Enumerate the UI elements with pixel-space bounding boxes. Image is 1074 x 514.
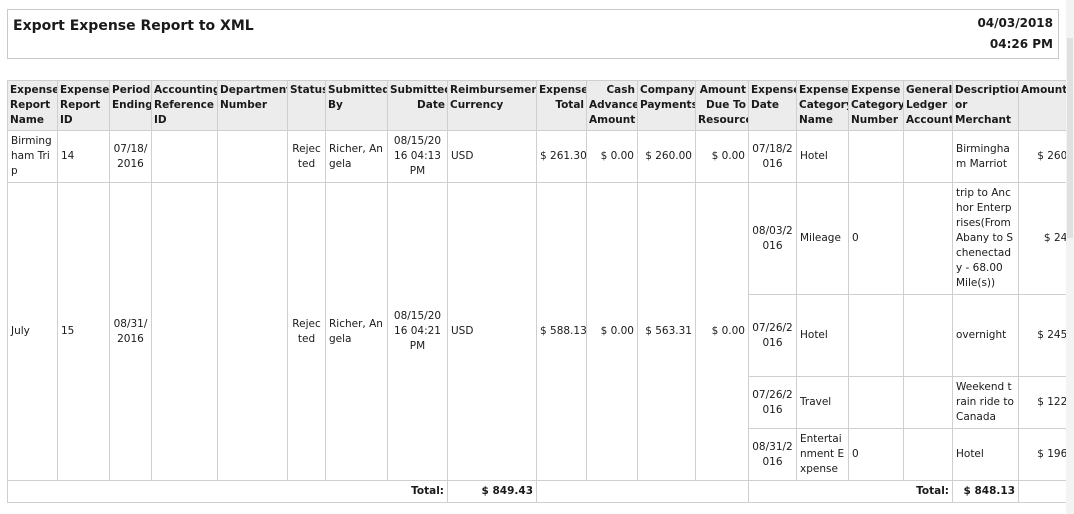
- category-number-cell: 0: [848, 182, 904, 295]
- currency-cell: USD: [447, 130, 537, 183]
- ledger-account-cell: [903, 428, 953, 481]
- col-amount[interactable]: Amount: [1018, 80, 1066, 131]
- amount-total-label: Total:: [748, 480, 953, 503]
- col-expense-category-name[interactable]: Expense Category Name: [796, 80, 849, 131]
- department-number-cell: [217, 182, 288, 481]
- description-cell: Hotel: [952, 428, 1019, 481]
- total-label: Total:: [7, 480, 448, 503]
- expense-date-cell: 07/26/2016: [748, 376, 797, 429]
- expense-total-cell: $ 261.30: [536, 130, 587, 183]
- status-cell: Rejected: [287, 130, 326, 183]
- category-name-cell: Travel: [796, 376, 849, 429]
- category-number-cell: [848, 130, 904, 183]
- scrollbar-thumb[interactable]: [1067, 38, 1073, 238]
- report-id-cell: 15: [57, 182, 110, 481]
- report-name-cell: Birmingham Trip: [7, 130, 58, 183]
- expense-grand-total: $ 849.43: [447, 480, 537, 503]
- totals-trailing-cell: [1018, 480, 1066, 503]
- table-row: Birmingham Trip 14 07/18/2016 Rejected R…: [7, 130, 1066, 183]
- accounting-reference-cell: [151, 130, 218, 183]
- currency-cell: USD: [447, 182, 537, 481]
- expense-total-cell: $ 588.13: [536, 182, 587, 481]
- amount-cell: $ 260.00: [1018, 130, 1066, 183]
- expense-date-cell: 08/03/2016: [748, 182, 797, 295]
- description-cell: overnight: [952, 294, 1019, 377]
- col-submitted-by[interactable]: Submitted By: [325, 80, 388, 131]
- ledger-account-cell: [903, 182, 953, 295]
- col-company-payments[interactable]: Company Payments: [637, 80, 696, 131]
- expense-date-cell: 07/18/2016: [748, 130, 797, 183]
- submitted-date-cell: 08/15/2016 04:13 PM: [387, 130, 448, 183]
- submitted-by-cell: Richer, Angela: [325, 182, 388, 481]
- ledger-account-cell: [903, 294, 953, 377]
- col-expense-report-name[interactable]: Expense Report Name: [7, 80, 58, 131]
- submitted-date-cell: 08/15/2016 04:21 PM: [387, 182, 448, 481]
- report-title: Export Expense Report to XML: [13, 18, 254, 34]
- amount-due-cell: $ 0.00: [695, 182, 749, 481]
- col-expense-category-number[interactable]: Expense Category Number: [848, 80, 904, 131]
- description-cell: trip to Anchor Enterprises(From Abany to…: [952, 182, 1019, 295]
- col-expense-report-id[interactable]: Expense Report ID: [57, 80, 110, 131]
- vertical-scrollbar[interactable]: [1066, 0, 1074, 514]
- totals-row: Total: $ 849.43 Total: $ 848.13: [7, 480, 1066, 503]
- report-header: Export Expense Report to XML 04/03/2018 …: [7, 9, 1059, 59]
- table-row: July 15 08/31/2016 Rejected Richer, Ange…: [7, 182, 1066, 481]
- col-amount-due-to-resource[interactable]: Amount Due To Resource: [695, 80, 749, 131]
- company-payments-cell: $ 563.31: [637, 182, 696, 481]
- expense-date-cell: 08/31/2016: [748, 428, 797, 481]
- category-number-cell: [848, 376, 904, 429]
- amount-cell: $ 24.82: [1018, 182, 1066, 295]
- cash-advance-cell: $ 0.00: [586, 182, 638, 481]
- amount-cell: $ 122.31: [1018, 376, 1066, 429]
- header-row: Expense Report Name Expense Report ID Period…: [7, 80, 1066, 131]
- expense-report-table: Expense Report Name Expense Report ID Period…: [7, 80, 1066, 503]
- company-payments-cell: $ 260.00: [637, 130, 696, 183]
- description-cell: Weekend train ride to Canada: [952, 376, 1019, 429]
- amount-grand-total: $ 848.13: [952, 480, 1019, 503]
- amount-due-cell: $ 0.00: [695, 130, 749, 183]
- col-status[interactable]: Status: [287, 80, 326, 131]
- col-expense-date[interactable]: Expense Date: [748, 80, 797, 131]
- category-number-cell: 0: [848, 428, 904, 481]
- report-id-cell: 14: [57, 130, 110, 183]
- report-table-container: Expense Report Name Expense Report ID Period…: [7, 80, 1066, 514]
- description-cell: Birmingham Marriot: [952, 130, 1019, 183]
- col-description-or-merchant[interactable]: Description or Merchant: [952, 80, 1019, 131]
- expense-date-cell: 07/26/2016: [748, 294, 797, 377]
- amount-cell: $ 245.00: [1018, 294, 1066, 377]
- col-cash-advance-amount[interactable]: Cash Advance Amount: [586, 80, 638, 131]
- period-ending-cell: 07/18/2016: [109, 130, 152, 183]
- report-name-cell: July: [7, 182, 58, 481]
- category-name-cell: Hotel: [796, 294, 849, 377]
- totals-spacer: [536, 480, 749, 503]
- department-number-cell: [217, 130, 288, 183]
- col-general-ledger-account[interactable]: General Ledger Account: [903, 80, 953, 131]
- col-accounting-reference-id[interactable]: Accounting Reference ID: [151, 80, 218, 131]
- status-cell: Rejected: [287, 182, 326, 481]
- category-name-cell: Entertainment Expense: [796, 428, 849, 481]
- ledger-account-cell: [903, 130, 953, 183]
- report-time: 04:26 PM: [989, 37, 1053, 51]
- category-number-cell: [848, 294, 904, 377]
- amount-cell: $ 196.00: [1018, 428, 1066, 481]
- col-expense-total[interactable]: Expense Total: [536, 80, 587, 131]
- col-reimbursement-currency[interactable]: Reimbursement Currency: [447, 80, 537, 131]
- ledger-account-cell: [903, 376, 953, 429]
- col-period-ending[interactable]: Period Ending: [109, 80, 152, 131]
- col-submitted-date[interactable]: Submitted Date: [387, 80, 448, 131]
- col-department-number[interactable]: Department Number: [217, 80, 288, 131]
- submitted-by-cell: Richer, Angela: [325, 130, 388, 183]
- cash-advance-cell: $ 0.00: [586, 130, 638, 183]
- category-name-cell: Mileage: [796, 182, 849, 295]
- report-date: 04/03/2018: [977, 16, 1053, 30]
- period-ending-cell: 08/31/2016: [109, 182, 152, 481]
- accounting-reference-cell: [151, 182, 218, 481]
- category-name-cell: Hotel: [796, 130, 849, 183]
